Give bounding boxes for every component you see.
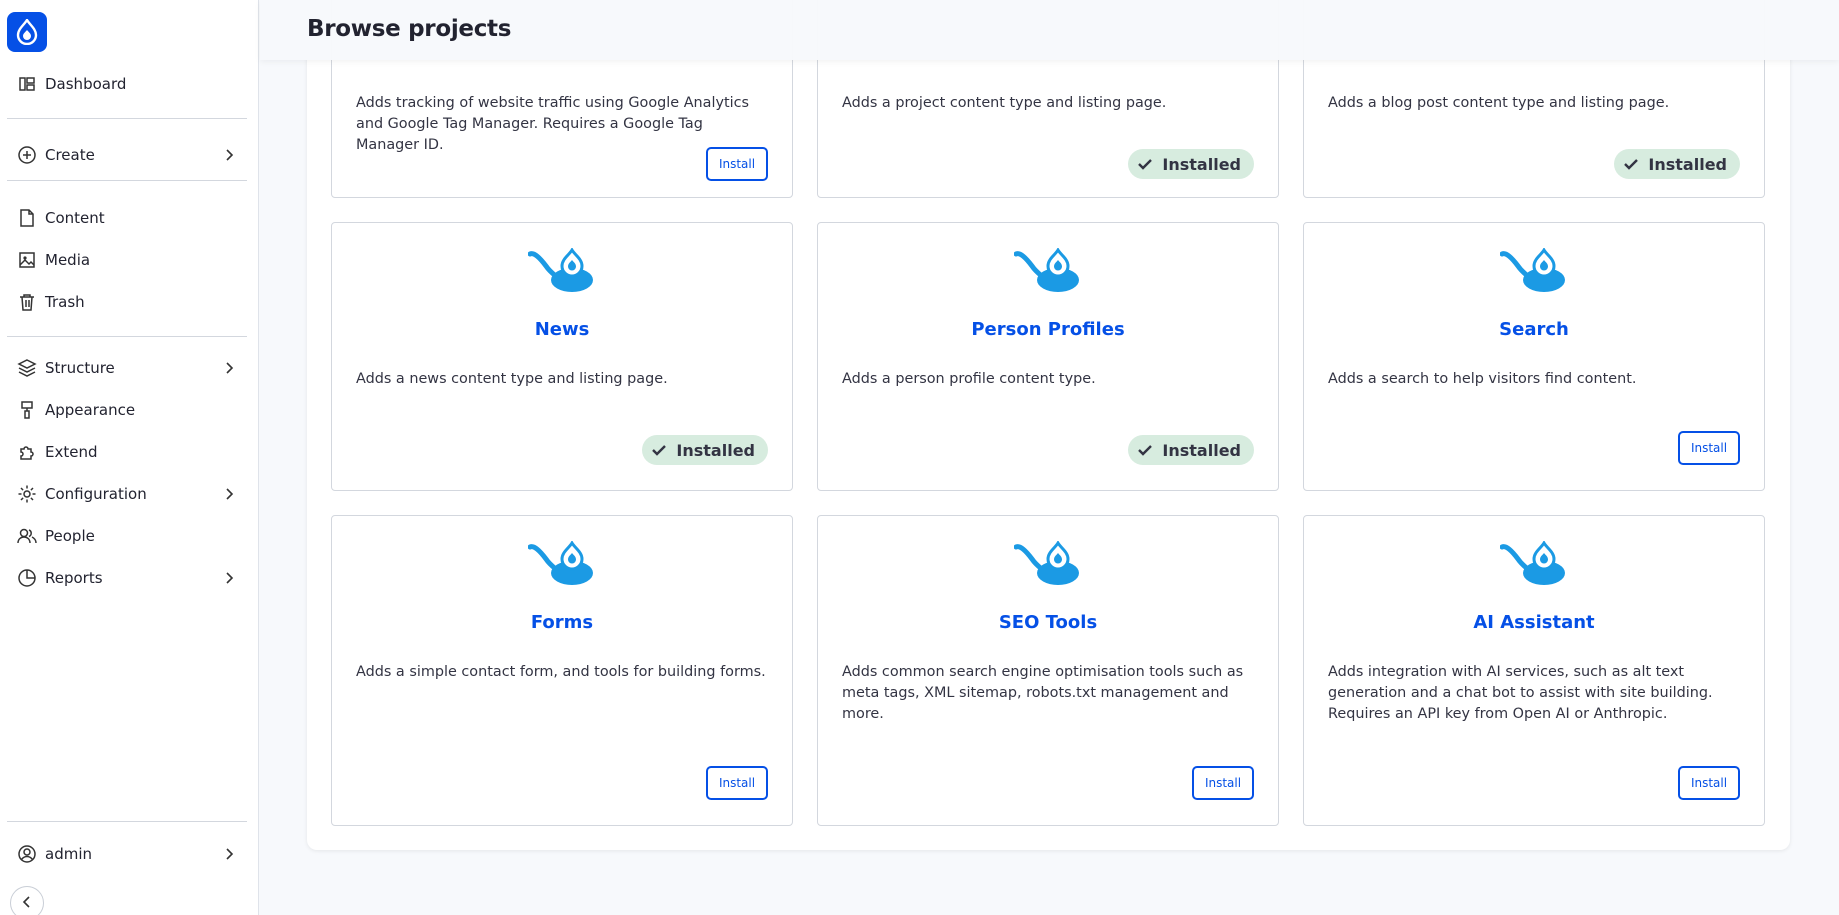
card-title[interactable]: News xyxy=(332,319,792,340)
trash-icon xyxy=(16,291,38,313)
install-button[interactable]: Install xyxy=(706,147,768,181)
card-description: Adds integration with AI services, such … xyxy=(1328,664,1713,722)
projects-panel: Adds tracking of website traffic using G… xyxy=(307,0,1790,850)
installed-badge: Installed xyxy=(1614,149,1740,179)
card-title[interactable]: SEO Tools xyxy=(818,612,1278,633)
project-card-search[interactable]: Search Adds a search to help visitors fi… xyxy=(1303,222,1765,491)
gear-icon xyxy=(16,483,38,505)
divider xyxy=(7,118,247,119)
page-title: Browse projects xyxy=(307,16,512,42)
chevron-right-icon xyxy=(223,361,237,375)
card-description: Adds common search engine optimisation t… xyxy=(842,664,1244,722)
check-icon xyxy=(1138,441,1153,460)
sidebar-item-label: Create xyxy=(45,146,95,164)
recipe-drop-icon xyxy=(1500,541,1565,585)
plus-circle-icon xyxy=(16,144,38,166)
installed-badge: Installed xyxy=(1128,435,1254,465)
installed-label: Installed xyxy=(1162,154,1241,174)
install-button[interactable]: Install xyxy=(706,766,768,800)
sidebar: Dashboard Create Content Media Trash Str… xyxy=(0,0,259,915)
user-icon xyxy=(16,843,38,865)
installed-label: Installed xyxy=(1648,154,1727,174)
install-button[interactable]: Install xyxy=(1678,766,1740,800)
project-card-person-profiles[interactable]: Person Profiles Adds a person profile co… xyxy=(817,222,1279,491)
sidebar-item-extend[interactable]: Extend xyxy=(0,434,259,470)
sidebar-item-people[interactable]: People xyxy=(0,518,259,554)
sidebar-item-label: Extend xyxy=(45,443,98,461)
card-description: Adds a simple contact form, and tools fo… xyxy=(356,664,766,680)
pie-chart-icon xyxy=(16,567,38,589)
card-description: Adds a project content type and listing … xyxy=(842,95,1167,111)
card-title[interactable]: AI Assistant xyxy=(1304,612,1764,633)
chevron-right-icon xyxy=(223,571,237,585)
layers-icon xyxy=(16,357,38,379)
check-icon xyxy=(1138,155,1153,174)
install-button[interactable]: Install xyxy=(1678,431,1740,465)
chevron-right-icon xyxy=(223,148,237,162)
recipe-drop-icon xyxy=(1014,248,1079,292)
sidebar-item-dashboard[interactable]: Dashboard xyxy=(0,66,259,102)
installed-badge: Installed xyxy=(642,435,768,465)
recipe-drop-icon xyxy=(1014,541,1079,585)
card-description: Adds a search to help visitors find cont… xyxy=(1328,371,1637,387)
sidebar-item-label: People xyxy=(45,527,95,545)
brush-icon xyxy=(16,399,38,421)
card-title[interactable]: Forms xyxy=(332,612,792,633)
card-description: Adds a news content type and listing pag… xyxy=(356,371,668,387)
chevron-right-icon xyxy=(223,487,237,501)
divider xyxy=(7,180,247,181)
puzzle-icon xyxy=(16,441,38,463)
check-icon xyxy=(652,441,667,460)
sidebar-item-label: Configuration xyxy=(45,485,147,503)
sidebar-item-label: Content xyxy=(45,209,105,227)
card-description: Adds a blog post content type and listin… xyxy=(1328,95,1670,111)
check-icon xyxy=(1624,155,1639,174)
sidebar-item-media[interactable]: Media xyxy=(0,242,259,278)
card-description: Adds a person profile content type. xyxy=(842,371,1096,387)
chevron-right-icon xyxy=(223,847,237,861)
divider xyxy=(7,336,247,337)
chevron-left-icon xyxy=(22,894,32,913)
project-card-seo-tools[interactable]: SEO Tools Adds common search engine opti… xyxy=(817,515,1279,826)
install-button[interactable]: Install xyxy=(1192,766,1254,800)
sidebar-item-trash[interactable]: Trash xyxy=(0,284,259,320)
people-icon xyxy=(16,525,38,547)
dashboard-icon xyxy=(16,73,38,95)
sidebar-item-label: Dashboard xyxy=(45,75,127,93)
installed-label: Installed xyxy=(1162,440,1241,460)
sidebar-item-label: Reports xyxy=(45,569,103,587)
card-title[interactable]: Search xyxy=(1304,319,1764,340)
sidebar-item-create[interactable]: Create xyxy=(0,137,259,173)
card-title[interactable]: Person Profiles xyxy=(818,319,1278,340)
sidebar-item-label: Appearance xyxy=(45,401,136,419)
project-card-ai-assistant[interactable]: AI Assistant Adds integration with AI se… xyxy=(1303,515,1765,826)
file-icon xyxy=(16,207,38,229)
user-menu[interactable]: admin xyxy=(0,836,259,872)
drupal-logo[interactable] xyxy=(7,12,47,52)
sidebar-item-reports[interactable]: Reports xyxy=(0,560,259,596)
divider xyxy=(7,821,247,822)
sidebar-item-appearance[interactable]: Appearance xyxy=(0,392,259,428)
project-card-news[interactable]: News Adds a news content type and listin… xyxy=(331,222,793,491)
recipe-drop-icon xyxy=(528,248,593,292)
card-description: Adds tracking of website traffic using G… xyxy=(356,95,750,153)
sidebar-item-configuration[interactable]: Configuration xyxy=(0,476,259,512)
page-header: Browse projects xyxy=(260,0,1839,60)
recipe-drop-icon xyxy=(528,541,593,585)
sidebar-item-label: Media xyxy=(45,251,91,269)
sidebar-item-content[interactable]: Content xyxy=(0,200,259,236)
sidebar-item-label: Trash xyxy=(45,293,85,311)
sidebar-item-label: Structure xyxy=(45,359,115,377)
installed-badge: Installed xyxy=(1128,149,1254,179)
recipe-drop-icon xyxy=(1500,248,1565,292)
project-card-forms[interactable]: Forms Adds a simple contact form, and to… xyxy=(331,515,793,826)
collapse-sidebar-button[interactable] xyxy=(10,886,44,915)
drop-icon xyxy=(16,19,38,45)
sidebar-item-structure[interactable]: Structure xyxy=(0,350,259,386)
installed-label: Installed xyxy=(676,440,755,460)
user-name: admin xyxy=(45,845,92,863)
image-icon xyxy=(16,249,38,271)
